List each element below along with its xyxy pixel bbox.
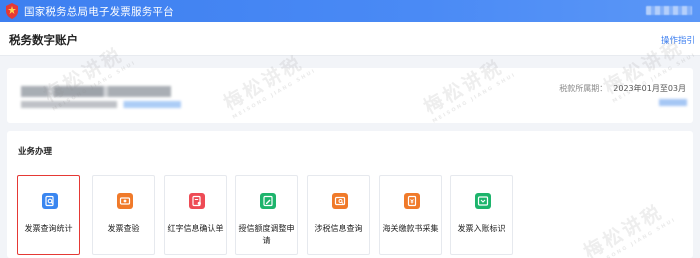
tax-info-search-icon (332, 193, 348, 209)
page-title: 税务数字账户 (9, 33, 78, 47)
tile-label: 发票查验 (107, 224, 140, 233)
red-letter-doc-icon (189, 193, 205, 209)
invoice-search-icon (42, 193, 58, 209)
operation-guide-link[interactable]: 操作指引 (661, 34, 695, 46)
tile-label: 授信额度调整申请 (238, 224, 295, 245)
account-tag-blurred[interactable] (659, 99, 687, 106)
tile-red-letter-confirm[interactable]: 红字信息确认单 (164, 175, 227, 255)
tax-period-value: 2023年01月至03月 (613, 84, 686, 93)
tile-invoice-verify[interactable]: 发票查验 (92, 175, 155, 255)
tile-label: 红字信息确认单 (167, 224, 224, 233)
taxpayer-id-blurred (21, 101, 181, 108)
tile-label: 发票入账标识 (457, 224, 506, 233)
ticket-verify-icon (117, 193, 133, 209)
tax-period: 税款所属期： 2023年01月至03月 (559, 83, 686, 94)
tile-tax-info-query[interactable]: 涉税信息查询 (307, 175, 370, 255)
customs-collect-icon (404, 193, 420, 209)
tile-label: 涉税信息查询 (314, 224, 363, 233)
tile-credit-adjust-apply[interactable]: 授信额度调整申请 (235, 175, 298, 255)
business-section: 业务办理 发票查询统计 发票查验 红字信息确认单 授信额度调整申请 涉税信息查询 (7, 131, 693, 258)
tile-label: 发票查询统计 (24, 224, 73, 233)
user-info-blurred[interactable] (646, 6, 692, 15)
tax-emblem-icon (4, 3, 20, 19)
page-header: 税务数字账户 操作指引 (0, 22, 700, 56)
tax-period-label: 税款所属期： (559, 84, 608, 93)
top-bar: 国家税务总局电子发票服务平台 (0, 0, 700, 22)
tile-invoice-entry-mark[interactable]: 发票入账标识 (450, 175, 513, 255)
business-section-title: 业务办理 (18, 147, 53, 157)
credit-adjust-icon (260, 193, 276, 209)
taxpayer-name-blurred (21, 86, 171, 97)
invoice-entry-icon (475, 193, 491, 209)
account-info-card: 税款所属期： 2023年01月至03月 (7, 68, 693, 123)
app-title: 国家税务总局电子发票服务平台 (24, 5, 174, 18)
tile-customs-payment-collect[interactable]: 海关缴款书采集 (379, 175, 442, 255)
tile-label: 海关缴款书采集 (382, 224, 439, 233)
tile-invoice-query-stats[interactable]: 发票查询统计 (17, 175, 80, 255)
